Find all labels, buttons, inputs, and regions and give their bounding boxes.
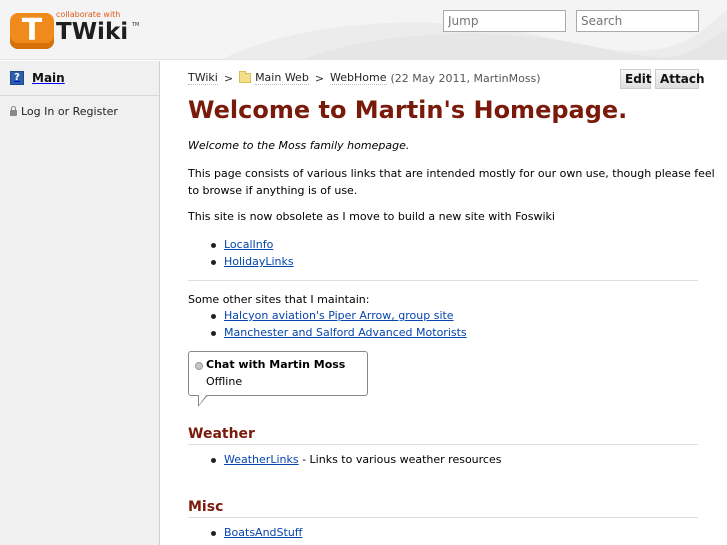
breadcrumb-main-web[interactable]: Main Web <box>255 71 309 85</box>
localinfo-link[interactable]: LocalInfo <box>224 238 273 251</box>
logo-trademark: TM <box>132 22 140 28</box>
left-sidebar: ? Main Log In or Register <box>0 61 160 545</box>
manchester-motorists-link[interactable]: Manchester and Salford Advanced Motorist… <box>224 326 467 339</box>
register-link[interactable]: Register <box>73 105 118 118</box>
list-item: Halcyon aviation's Piper Arrow, group si… <box>210 307 467 324</box>
page-title: Welcome to Martin's Homepage. <box>188 96 628 124</box>
search-input[interactable] <box>576 10 699 32</box>
web-home-icon: ? <box>10 71 24 85</box>
jump-input[interactable] <box>443 10 566 32</box>
presence-status-icon <box>195 362 203 370</box>
sidebar-web-name: Main <box>32 71 65 85</box>
misc-list: BoatsAndStuff <box>210 524 302 541</box>
or-text: or <box>57 105 70 118</box>
list-item: LocalInfo <box>210 236 294 253</box>
weather-list: WeatherLinks - Links to various weather … <box>210 451 501 468</box>
horizontal-rule <box>188 280 698 281</box>
breadcrumb-webhome[interactable]: WebHome <box>330 71 387 85</box>
breadcrumb-separator: > <box>314 71 325 85</box>
revision-info: (22 May 2011, MartinMoss) <box>390 71 541 85</box>
folder-icon <box>239 71 252 83</box>
list-item: Manchester and Salford Advanced Motorist… <box>210 324 467 341</box>
sidebar-web-main[interactable]: ? Main <box>10 69 65 87</box>
misc-heading: Misc <box>188 499 698 518</box>
breadcrumb-separator: > <box>223 71 234 85</box>
chat-status-text: Offline <box>206 375 243 388</box>
weatherlinks-link[interactable]: WeatherLinks <box>224 453 299 466</box>
login-link[interactable]: Log In <box>21 105 54 118</box>
breadcrumb: TWiki > Main Web > WebHome (22 May 2011,… <box>188 69 541 87</box>
boatsandstuff-link[interactable]: BoatsAndStuff <box>224 526 302 539</box>
sidebar-divider <box>0 95 159 96</box>
twiki-logo[interactable]: T collaborate with TWiki TM <box>10 7 140 51</box>
logo-name: TWiki <box>56 19 129 45</box>
main-links-list: LocalInfo HolidayLinks <box>210 236 294 270</box>
holidaylinks-link[interactable]: HolidayLinks <box>224 255 294 268</box>
weatherlinks-description: - Links to various weather resources <box>298 453 502 466</box>
description-text: This page consists of various links that… <box>188 167 715 197</box>
list-item: WeatherLinks - Links to various weather … <box>210 451 501 468</box>
breadcrumb-twiki[interactable]: TWiki <box>188 71 218 85</box>
top-header: T collaborate with TWiki TM <box>0 0 727 60</box>
logo-badge-letter: T <box>21 13 43 48</box>
weather-heading: Weather <box>188 426 698 445</box>
lock-icon <box>10 106 17 116</box>
list-item: BoatsAndStuff <box>210 524 302 541</box>
attach-button[interactable]: Attach <box>655 69 705 89</box>
chat-status-bubble[interactable]: Chat with Martin Moss Offline <box>188 351 368 396</box>
other-sites-heading: Some other sites that I maintain: <box>188 293 370 306</box>
halcyon-aviation-link[interactable]: Halcyon aviation's Piper Arrow, group si… <box>224 309 454 322</box>
list-item: HolidayLinks <box>210 253 294 270</box>
chat-title: Chat with Martin Moss <box>206 358 346 371</box>
login-register-line: Log In or Register <box>10 105 118 118</box>
obsolete-note: This site is now obsolete as I move to b… <box>188 210 555 223</box>
intro-text: Welcome to the Moss family homepage. <box>188 139 410 152</box>
edit-button[interactable]: Edit <box>620 69 652 89</box>
other-sites-list: Halcyon aviation's Piper Arrow, group si… <box>210 307 467 341</box>
chat-bubble-tail-fill <box>199 394 207 405</box>
logo-tagline: collaborate with <box>56 10 121 19</box>
